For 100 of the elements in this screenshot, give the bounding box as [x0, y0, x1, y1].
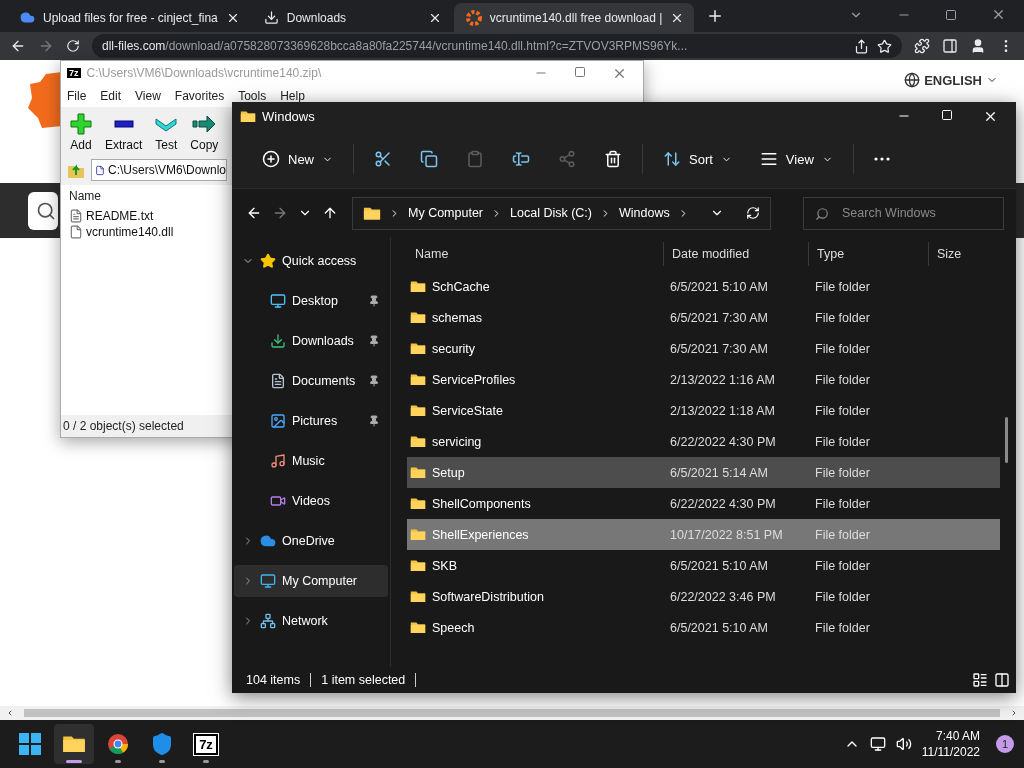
address-bar[interactable]: dll-files.com/download/a075828073369628bcca8a80fa225744/vcruntime140.dll.html?c=ZTVOV3RPMS96Yk...	[92, 34, 902, 58]
back-icon[interactable]	[246, 205, 262, 221]
reload-icon[interactable]	[66, 39, 80, 53]
start-icon	[19, 733, 41, 755]
file-row[interactable]: Speech 6/5/2021 5:10 AM File folder	[407, 612, 1000, 643]
file-icon	[69, 225, 83, 239]
nav-item[interactable]: Pictures	[234, 405, 388, 437]
folder-icon	[410, 404, 426, 417]
menu-item[interactable]: Help	[280, 89, 305, 103]
file-row[interactable]: Setup 6/5/2021 5:14 AM File folder	[407, 457, 1000, 488]
preview-view-icon[interactable]	[994, 672, 1010, 688]
archive-entry[interactable]: README.txt	[69, 209, 154, 223]
nav-item[interactable]: Videos	[234, 485, 388, 517]
taskbar-app[interactable]	[54, 724, 94, 764]
language-button[interactable]: ENGLISH	[904, 72, 998, 88]
column-header[interactable]: Size	[929, 242, 999, 266]
folder-icon	[410, 497, 426, 510]
side-panel-icon[interactable]	[942, 38, 958, 54]
scrollbar-thumb[interactable]	[1005, 417, 1008, 463]
file-row[interactable]: ShellExperiences 10/17/2022 8:51 PM File folder	[407, 519, 1000, 550]
download-icon	[263, 10, 279, 25]
share-icon[interactable]	[854, 38, 869, 54]
video-icon	[270, 493, 286, 509]
profile-icon[interactable]	[970, 38, 986, 54]
breadcrumb-item[interactable]: Windows	[619, 206, 670, 220]
back-icon[interactable]	[10, 38, 26, 54]
notification-badge[interactable]: 1	[996, 735, 1014, 753]
close-icon[interactable]	[991, 7, 1006, 22]
globe-icon	[904, 72, 921, 88]
nav-item[interactable]: Desktop	[234, 285, 388, 317]
up-icon[interactable]	[322, 205, 338, 221]
address-bar[interactable]: My Computer Local Disk (C:) Windows	[352, 196, 771, 230]
refresh-icon[interactable]	[746, 206, 760, 220]
file-row[interactable]: ShellComponents 6/22/2022 4:30 PM File folder	[407, 488, 1000, 519]
toolbar-button[interactable]: Add	[67, 112, 95, 152]
folder-icon	[410, 373, 426, 386]
menu-item[interactable]: View	[135, 89, 161, 103]
column-header[interactable]: Date modified	[664, 242, 809, 266]
file-row[interactable]: SoftwareDistribution 6/22/2022 3:46 PM File folder	[407, 581, 1000, 612]
file-row[interactable]: SchCache 6/5/2021 5:10 AM File folder	[407, 271, 1000, 302]
nav-item[interactable]: Quick access	[234, 245, 388, 277]
toolbar-button[interactable]: Extract	[103, 112, 145, 152]
name-column-header[interactable]: Name	[69, 189, 101, 203]
toolbar-button[interactable]: Copy	[188, 112, 221, 152]
menu-item[interactable]: Favorites	[174, 89, 225, 103]
menu-item[interactable]: File	[67, 89, 87, 103]
search-field[interactable]	[28, 191, 58, 230]
menu-item[interactable]: Tools	[238, 89, 267, 103]
nav-item[interactable]: Music	[234, 445, 388, 477]
plus-icon	[262, 150, 280, 168]
scroll-right-icon[interactable]	[1010, 709, 1018, 717]
forward-icon[interactable]	[38, 38, 54, 54]
search-field[interactable]: Search Windows	[803, 196, 1004, 230]
date-cell-text: 6/5/2021 7:30 AM	[669, 341, 769, 356]
column-header[interactable]: Type	[809, 242, 929, 266]
browser-tab[interactable]: Downloads	[251, 3, 452, 32]
clock[interactable]: 7:40 AM 11/11/2022	[921, 728, 980, 760]
file-name: SchCache	[432, 279, 490, 294]
column-header[interactable]: Name	[407, 242, 664, 266]
taskbar-app[interactable]: 7z	[186, 724, 226, 764]
type-cell-text: File folder	[814, 620, 871, 635]
volume-icon[interactable]	[895, 736, 912, 752]
menu-item[interactable]: Edit	[100, 89, 122, 103]
path-field[interactable]: C:\Users\VM6\Downlo	[91, 159, 227, 181]
nav-item[interactable]: OneDrive	[234, 525, 388, 557]
forward-icon[interactable]	[272, 205, 288, 221]
file-row[interactable]: schemas 6/5/2021 7:30 AM File folder	[407, 302, 1000, 333]
maximize-icon[interactable]	[945, 8, 957, 21]
command-button[interactable]: Sort	[651, 143, 744, 175]
folder-icon	[410, 280, 426, 293]
scroll-left-icon[interactable]	[6, 709, 14, 717]
file-row[interactable]: SKB 6/5/2021 5:10 AM File folder	[407, 550, 1000, 581]
window-title: C:\Users\VM6\Downloads\vcruntime140.zip\	[86, 66, 322, 80]
breadcrumb-item[interactable]: Local Disk (C:)	[510, 206, 592, 220]
file-row[interactable]: ServiceState 2/13/2022 1:18 AM File folder	[407, 395, 1000, 426]
nav-item[interactable]: Network	[234, 605, 388, 637]
date-cell-text: 6/22/2022 4:30 PM	[669, 496, 777, 511]
download-icon	[270, 333, 286, 349]
archive-entry[interactable]: vcruntime140.dll	[69, 225, 174, 239]
network-icon	[260, 613, 276, 629]
extensions-icon[interactable]	[914, 38, 930, 54]
type-cell-text: File folder	[814, 496, 871, 511]
toolbar-button[interactable]: Test	[152, 112, 181, 152]
bookmark-icon[interactable]	[877, 38, 892, 54]
command-button[interactable]: New	[250, 143, 345, 175]
nav-item[interactable]: Documents	[234, 365, 388, 397]
breadcrumb-item[interactable]: My Computer	[408, 206, 484, 220]
details-view-icon[interactable]	[972, 672, 988, 688]
command-button[interactable]: View	[747, 143, 845, 175]
rename-icon	[512, 150, 530, 168]
browser-tab[interactable]: vcruntime140.dll free download |	[453, 3, 695, 32]
file-row[interactable]: security 6/5/2021 7:30 AM File folder	[407, 333, 1000, 364]
file-row[interactable]: ServiceProfiles 2/13/2022 1:16 AM File folder	[407, 364, 1000, 395]
file-row[interactable]: servicing 6/22/2022 4:30 PM File folder	[407, 426, 1000, 457]
nav-item[interactable]: My Computer	[234, 565, 388, 597]
network-icon[interactable]	[869, 736, 886, 752]
cloud-icon	[20, 10, 35, 25]
browser-tab[interactable]: Upload files for free - cinject_fina	[8, 3, 250, 32]
scrollbar-thumb[interactable]	[24, 709, 1000, 717]
nav-item[interactable]: Downloads	[234, 325, 388, 357]
